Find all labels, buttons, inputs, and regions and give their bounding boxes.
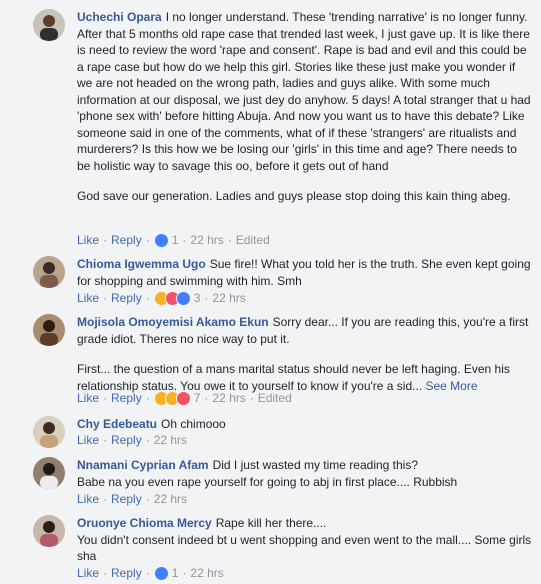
comment-text: Oruonye Chioma Mercy Rape kill her there.…: [77, 516, 327, 530]
like-reaction-icon: [153, 232, 169, 248]
comment-body: Mojisola Omoyemisi Akamo Ekun Sorry dear.…: [77, 314, 533, 394]
comment-text: Mojisola Omoyemisi Akamo Ekun Sorry dear.…: [77, 315, 529, 346]
like-button[interactable]: Like: [77, 233, 99, 247]
reactions-summary[interactable]: [153, 565, 169, 581]
comment-actions: Like · Reply · 1 · 22 hrs: [77, 565, 224, 581]
love-reaction-icon: [175, 390, 191, 406]
comment-author[interactable]: Uchechi Opara: [77, 10, 162, 24]
avatar[interactable]: [33, 457, 65, 489]
reaction-count[interactable]: 1: [172, 233, 179, 247]
reply-button[interactable]: Reply: [111, 492, 142, 506]
reply-button[interactable]: Reply: [111, 391, 142, 405]
avatar[interactable]: [33, 256, 65, 288]
see-more-link[interactable]: See More: [426, 379, 478, 393]
like-button[interactable]: Like: [77, 566, 99, 580]
like-reaction-icon: [153, 565, 169, 581]
comment-text: Uchechi Opara I no longer understand. The…: [77, 10, 531, 173]
comment-body: Nnamani Cyprian Afam Did I just wasted my…: [77, 457, 533, 490]
comment-time[interactable]: 22 hrs: [190, 233, 223, 247]
comment-author[interactable]: Chioma Igwemma Ugo: [77, 257, 206, 271]
reactions-summary[interactable]: [153, 232, 169, 248]
comment-text-continued: You didn't consent indeed bt u went shop…: [77, 532, 532, 564]
comment-author[interactable]: Nnamani Cyprian Afam: [77, 458, 209, 472]
comment-actions: Like · Reply · 22 hrs: [77, 433, 188, 447]
like-button[interactable]: Like: [77, 492, 99, 506]
comment-time[interactable]: 22 hrs: [154, 433, 187, 447]
comment-actions: Like · Reply · 1 · 22 hrs · Edited: [77, 232, 270, 248]
comment-text: Nnamani Cyprian Afam Did I just wasted my…: [77, 458, 419, 472]
comment-actions: Like · Reply · 7 · 22 hrs · Edited: [77, 390, 292, 406]
avatar[interactable]: [33, 515, 65, 547]
avatar[interactable]: [33, 416, 65, 448]
comment-time[interactable]: 22 hrs: [190, 566, 223, 580]
avatar[interactable]: [33, 314, 65, 346]
reply-button[interactable]: Reply: [111, 566, 142, 580]
avatar[interactable]: [33, 9, 65, 41]
comment-body: Chioma Igwemma Ugo Sue fire!! What you to…: [77, 256, 533, 289]
comment-time[interactable]: 22 hrs: [212, 291, 245, 305]
comment-text: Chy Edebeatu Oh chimooo: [77, 417, 226, 431]
reply-button[interactable]: Reply: [111, 233, 142, 247]
reaction-count[interactable]: 1: [172, 566, 179, 580]
comment-thread: Uchechi Opara I no longer understand. The…: [0, 0, 541, 584]
comment-author[interactable]: Chy Edebeatu: [77, 417, 157, 431]
edited-label[interactable]: Edited: [258, 391, 292, 405]
reply-button[interactable]: Reply: [111, 433, 142, 447]
comment-actions: Like · Reply · 22 hrs: [77, 492, 188, 506]
reactions-summary[interactable]: [153, 390, 191, 406]
comment-body: Uchechi Opara I no longer understand. The…: [77, 9, 533, 205]
comment-time[interactable]: 22 hrs: [154, 492, 187, 506]
comment-text: Chioma Igwemma Ugo Sue fire!! What you to…: [77, 257, 531, 288]
comment-body: Oruonye Chioma Mercy Rape kill her there.…: [77, 515, 533, 565]
reaction-count[interactable]: 3: [194, 291, 201, 305]
comment-body: Chy Edebeatu Oh chimooo: [77, 416, 533, 433]
like-button[interactable]: Like: [77, 433, 99, 447]
like-reaction-icon: [175, 290, 191, 306]
reactions-summary[interactable]: [153, 290, 191, 306]
like-button[interactable]: Like: [77, 291, 99, 305]
comment-actions: Like · Reply · 3 · 22 hrs: [77, 290, 246, 306]
comment-author[interactable]: Oruonye Chioma Mercy: [77, 516, 212, 530]
reply-button[interactable]: Reply: [111, 291, 142, 305]
reaction-count[interactable]: 7: [194, 391, 201, 405]
comment-text-continued: Babe na you even rape yourself for going…: [77, 474, 458, 489]
comment-author[interactable]: Mojisola Omoyemisi Akamo Ekun: [77, 315, 269, 329]
comment-text-continued: God save our generation. Ladies and guys…: [77, 189, 511, 203]
edited-label[interactable]: Edited: [236, 233, 270, 247]
like-button[interactable]: Like: [77, 391, 99, 405]
comment-time[interactable]: 22 hrs: [212, 391, 245, 405]
